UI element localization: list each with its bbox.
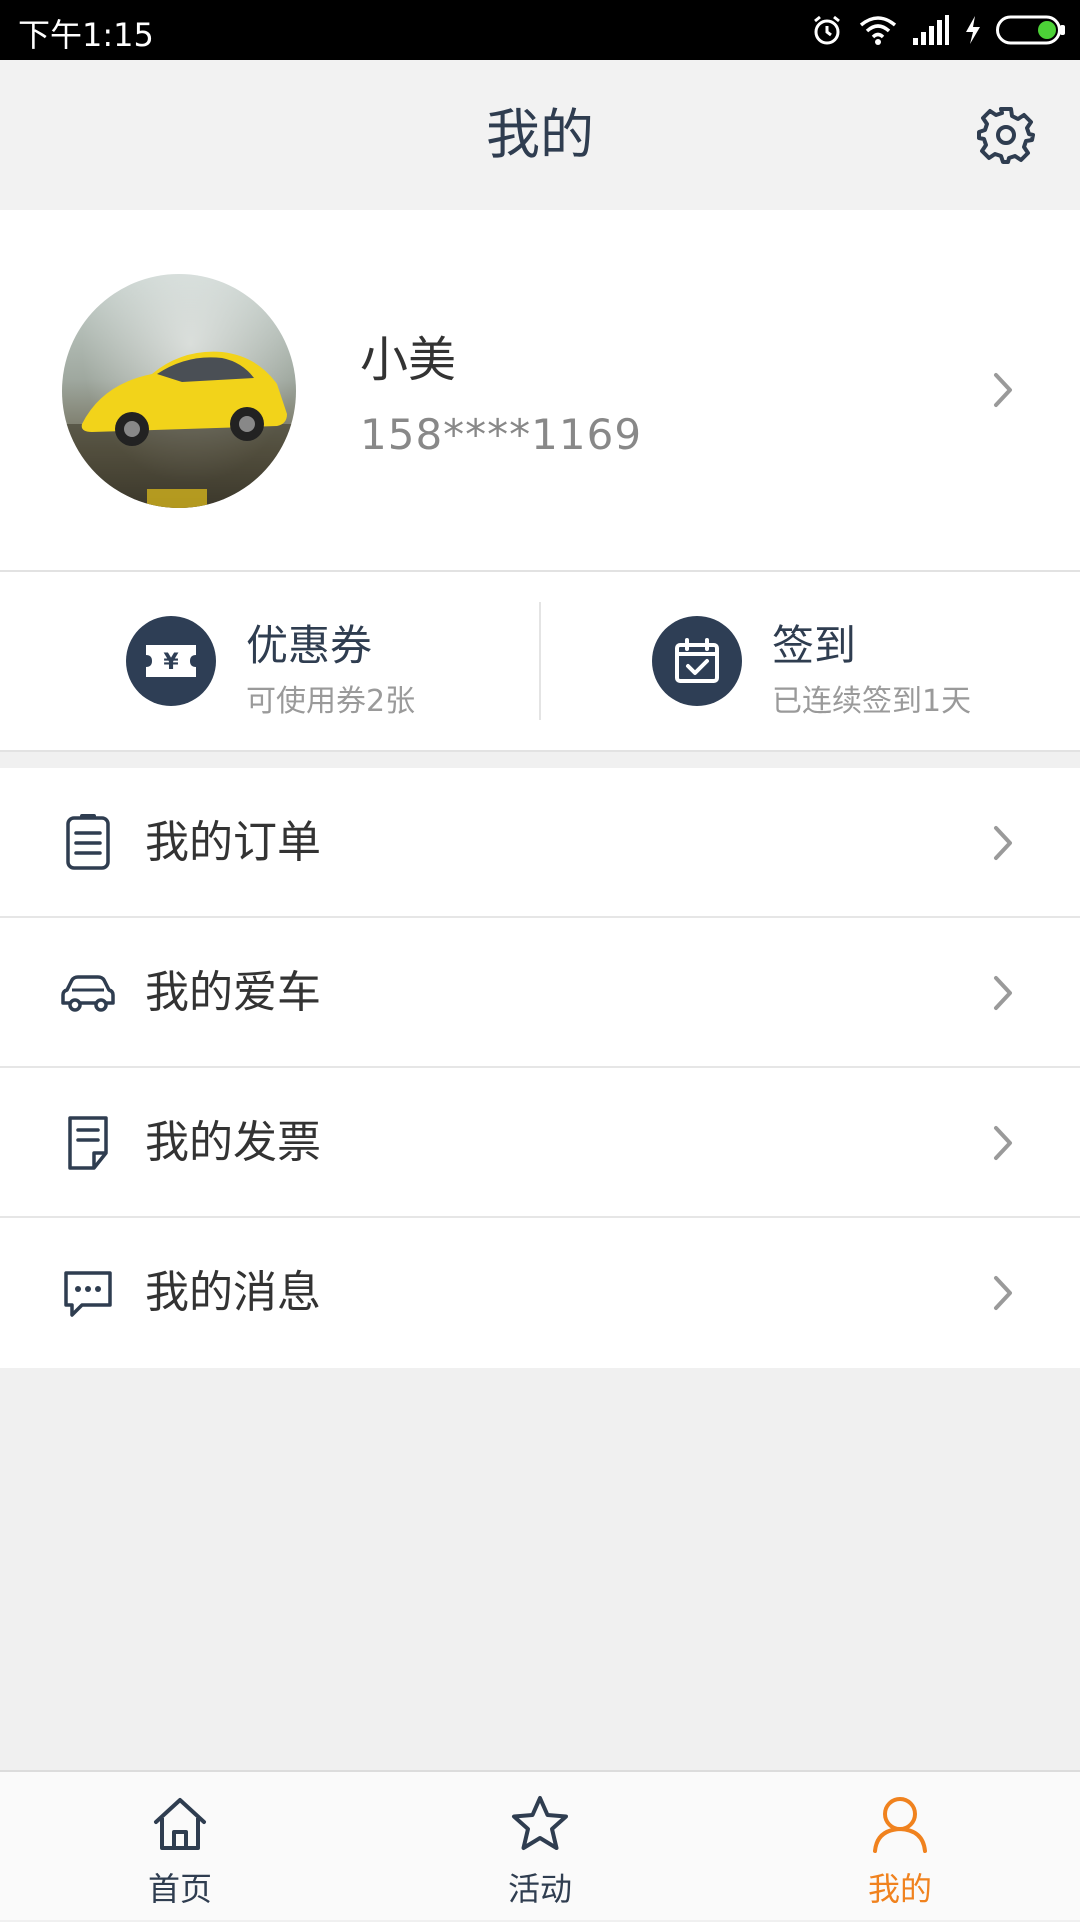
tab-activities[interactable]: 活动: [360, 1772, 720, 1922]
calendar-check-icon: [652, 616, 742, 706]
svg-text:¥: ¥: [163, 650, 179, 675]
signal-icon: [913, 15, 949, 45]
menu-item-orders[interactable]: 我的订单: [0, 768, 1080, 918]
status-icons: [810, 10, 1066, 50]
coupon-yen-icon: ¥: [126, 616, 216, 706]
car-icon: [61, 975, 115, 1012]
wifi-icon: [859, 16, 897, 45]
menu-list: 我的订单 我的爱车 我的发票 我的消息: [0, 768, 1080, 1368]
battery-icon: [996, 15, 1065, 45]
checkin-entry[interactable]: 签到 已连续签到1天: [541, 572, 1080, 750]
profile-card[interactable]: 小美 158****1169: [0, 210, 1080, 572]
checkin-title: 签到: [772, 621, 857, 670]
menu-item-messages[interactable]: 我的消息: [0, 1218, 1080, 1368]
invoice-icon: [68, 1116, 108, 1170]
coupon-entry[interactable]: ¥ 优惠券 可使用券2张: [0, 572, 539, 750]
message-icon: [64, 1271, 112, 1317]
chevron-right-icon: [994, 976, 1012, 1010]
settings-gear-icon[interactable]: [976, 105, 1036, 165]
menu-item-my-car[interactable]: 我的爱车: [0, 918, 1080, 1068]
menu-label: 我的消息: [145, 1267, 321, 1318]
checkin-subtitle: 已连续签到1天: [772, 684, 972, 719]
menu-item-invoice[interactable]: 我的发票: [0, 1068, 1080, 1218]
alarm-icon: [814, 15, 840, 45]
bottom-tab-bar: 首页 活动 我的: [0, 1770, 1080, 1920]
chevron-right-icon: [994, 1126, 1012, 1160]
menu-label: 我的订单: [145, 817, 321, 868]
avatar-car-image: [62, 351, 296, 508]
profile-phone: 158****1169: [360, 410, 643, 459]
chevron-right-icon: [994, 826, 1012, 860]
chevron-right-icon: [994, 373, 1012, 407]
coupon-subtitle: 可使用券2张: [246, 684, 416, 719]
chevron-right-icon: [994, 1276, 1012, 1310]
tab-home[interactable]: 首页: [0, 1772, 360, 1922]
app-bar: 我的: [0, 60, 1080, 210]
status-time: 下午1:15: [18, 16, 154, 54]
order-list-icon: [66, 814, 110, 870]
menu-label: 我的发票: [145, 1117, 321, 1168]
menu-label: 我的爱车: [145, 967, 321, 1018]
avatar[interactable]: [62, 274, 296, 508]
status-bar: 下午1:15: [0, 0, 1080, 60]
coupon-title: 优惠券: [246, 621, 373, 670]
home-icon: [154, 1798, 206, 1850]
charging-icon: [966, 16, 980, 44]
tab-label: 首页: [147, 1870, 212, 1908]
page-title: 我的: [486, 103, 594, 166]
star-icon: [512, 1796, 568, 1850]
quick-actions: ¥ 优惠券 可使用券2张 签到 已连续签到1天: [0, 572, 1080, 752]
tab-label: 我的: [867, 1870, 932, 1908]
profile-name: 小美: [360, 332, 457, 388]
user-icon: [873, 1797, 927, 1853]
tab-label: 活动: [507, 1870, 572, 1908]
tab-mine[interactable]: 我的: [720, 1772, 1080, 1922]
